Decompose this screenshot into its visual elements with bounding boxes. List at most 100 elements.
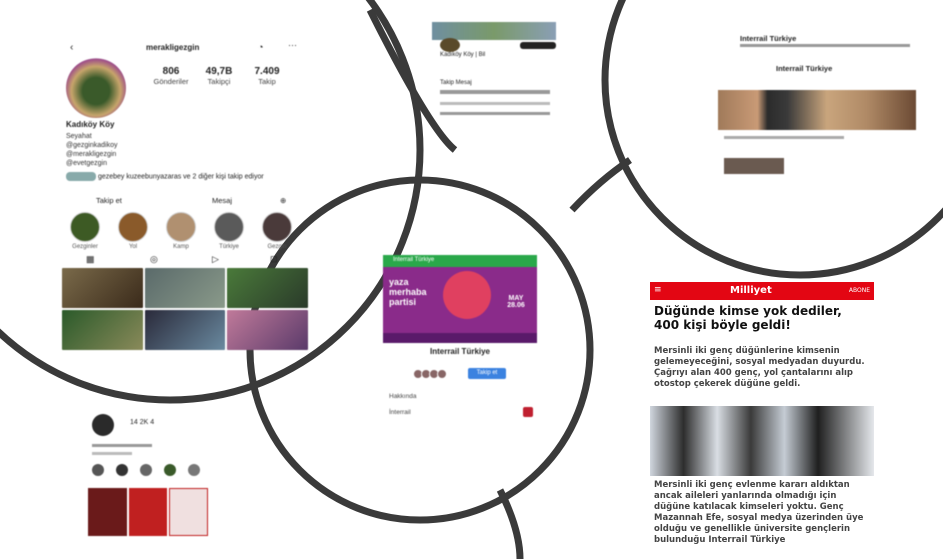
post-thumbnail[interactable] bbox=[128, 488, 168, 536]
highlight-item[interactable] bbox=[214, 212, 244, 242]
post-thumbnail[interactable] bbox=[62, 310, 143, 350]
poster-header: Interrail Türkiye bbox=[393, 257, 435, 263]
highlight-item[interactable] bbox=[70, 212, 100, 242]
ring-connector-bottom bbox=[496, 488, 524, 559]
article-lead: Mersinli iki genç düğünlerine kimsenin g… bbox=[654, 346, 865, 389]
about-row[interactable]: Hakkında bbox=[389, 393, 416, 400]
reels-icon[interactable]: ◎ bbox=[150, 254, 158, 265]
placeholder-line bbox=[92, 444, 152, 447]
post-thumbnail[interactable] bbox=[144, 310, 226, 350]
page-name: Interrail Türkiye bbox=[429, 347, 491, 356]
highlight-label: Türkiye bbox=[219, 244, 239, 250]
highlight-row bbox=[92, 464, 204, 476]
highlight-label: Kamp bbox=[173, 244, 189, 250]
bio-line[interactable]: @merakligezgin bbox=[66, 150, 216, 159]
small-instagram-card: 14 2K 4 bbox=[86, 404, 210, 540]
milliyet-logo[interactable]: Milliyet bbox=[730, 285, 772, 296]
poster-figure bbox=[443, 271, 491, 319]
highlight-item[interactable] bbox=[166, 212, 196, 242]
profile-avatar[interactable] bbox=[440, 38, 460, 52]
follow-button[interactable]: Takip et bbox=[96, 196, 122, 205]
profile-avatar[interactable] bbox=[92, 414, 114, 436]
link-row[interactable]: İnterrail bbox=[389, 409, 411, 416]
stat-following[interactable]: 7.409 Takip bbox=[242, 66, 292, 86]
stat-followers-label: Takipçi bbox=[207, 77, 231, 86]
add-user-icon[interactable]: ⊕ bbox=[280, 196, 286, 205]
post-thumbnail[interactable] bbox=[169, 488, 208, 536]
action-button[interactable] bbox=[520, 42, 556, 49]
profile-stats: 14 2K 4 bbox=[130, 419, 155, 426]
profile-username: merakligezgin bbox=[146, 43, 200, 52]
stat-posts-label: Gönderiler bbox=[153, 77, 189, 86]
menu-icon[interactable]: ≡ bbox=[654, 285, 662, 295]
post-thumbnail[interactable] bbox=[144, 268, 226, 308]
video-header: Interrail Türkiye bbox=[740, 34, 797, 43]
post-thumbnail[interactable] bbox=[227, 310, 308, 350]
bell-icon[interactable]: ◔ bbox=[258, 42, 263, 52]
profile-name: Kadıköy Köy | Bil bbox=[440, 52, 486, 58]
highlight-item[interactable] bbox=[116, 464, 128, 476]
followed-by-note[interactable]: gezebey kuzeebunyazaras ve 2 diğer kişi … bbox=[66, 172, 296, 181]
placeholder-line bbox=[440, 90, 550, 94]
stat-followers-num: 49,7B bbox=[205, 66, 233, 77]
followed-by-text: gezebey kuzeebunyazaras ve 2 diğer kişi … bbox=[97, 173, 264, 181]
highlight-label: Gezginler bbox=[72, 244, 98, 250]
profile-row: Takip Mesaj bbox=[440, 80, 472, 86]
placeholder-line bbox=[440, 102, 550, 105]
small-profile-card: Kadıköy Köy | Bil Takip Mesaj bbox=[428, 18, 560, 124]
follower-avatars bbox=[413, 369, 465, 379]
post-thumbnail[interactable] bbox=[227, 268, 308, 308]
video-frame[interactable] bbox=[718, 90, 916, 130]
post-grid bbox=[88, 488, 208, 536]
milliyet-article: ≡ Milliyet ABONE Düğünde kimse yok dedil… bbox=[648, 280, 874, 555]
highlight-item[interactable] bbox=[140, 464, 152, 476]
badge-icon bbox=[523, 407, 533, 417]
post-grid bbox=[62, 268, 308, 350]
highlight-item[interactable] bbox=[262, 212, 292, 242]
profile-avatar[interactable] bbox=[66, 58, 126, 118]
content-tabs: ▦ ◎ ▷ ⊡ bbox=[70, 254, 300, 266]
stat-followers[interactable]: 49,7B Takipçi bbox=[194, 66, 244, 86]
story-highlights: Gezginler Yol Kamp Türkiye Gezgin bbox=[68, 212, 308, 252]
bio-line: Seyahat bbox=[66, 133, 92, 140]
message-button[interactable]: Mesaj bbox=[212, 196, 232, 205]
event-poster[interactable]: Interrail Türkiye yaza merhaba partisi M… bbox=[383, 255, 537, 343]
follow-button[interactable]: Takip et bbox=[468, 368, 506, 379]
highlight-label: Yol bbox=[128, 244, 138, 250]
highlight-item[interactable] bbox=[188, 464, 200, 476]
video-icon[interactable]: ▷ bbox=[212, 254, 219, 265]
highlight-item[interactable] bbox=[164, 464, 176, 476]
placeholder-line bbox=[92, 452, 132, 455]
stat-following-num: 7.409 bbox=[254, 66, 280, 77]
stat-posts[interactable]: 806 Gönderiler bbox=[146, 66, 196, 86]
video-subtitle: Interrail Türkiye bbox=[776, 64, 833, 73]
article-headline: Düğünde kimse yok dediler, 400 kişi böyl… bbox=[654, 304, 842, 332]
poster-date: MAY 28.06 bbox=[507, 295, 525, 309]
post-thumbnail[interactable] bbox=[62, 268, 143, 308]
placeholder-line bbox=[440, 112, 550, 115]
interrail-page-card: Interrail Türkiye yaza merhaba partisi M… bbox=[383, 255, 539, 430]
ring-connector-right bbox=[569, 157, 632, 213]
video-thumbnail[interactable] bbox=[724, 158, 784, 174]
profile-bio: Seyahat @gezginkadikoy @merakligezgin @e… bbox=[66, 132, 216, 168]
bio-line[interactable]: @evetgezgin bbox=[66, 159, 216, 168]
article-photo[interactable] bbox=[650, 406, 874, 476]
highlight-item[interactable] bbox=[92, 464, 104, 476]
highlight-label: Gezgin bbox=[267, 244, 287, 250]
bio-line[interactable]: @gezginkadikoy bbox=[66, 141, 216, 150]
poster-footer bbox=[383, 333, 537, 343]
post-thumbnail[interactable] bbox=[88, 488, 127, 536]
tagged-icon[interactable]: ⊡ bbox=[270, 254, 278, 265]
instagram-profile-card: ‹ merakligezgin ◔ ··· 806 Gönderiler 49,… bbox=[60, 36, 310, 350]
profile-topbar: ‹ merakligezgin ◔ ··· bbox=[66, 40, 302, 56]
poster-title: yaza merhaba partisi bbox=[389, 277, 427, 307]
interrail-video-card: Interrail Türkiye Interrail Türkiye bbox=[716, 28, 916, 180]
highlight-item[interactable] bbox=[118, 212, 148, 242]
subscribe-link[interactable]: ABONE bbox=[849, 287, 870, 294]
stat-following-label: Takip bbox=[258, 77, 276, 86]
article-body: Mersinli iki genç evlenme kararı aldıkta… bbox=[654, 480, 864, 545]
placeholder-line bbox=[724, 136, 844, 139]
more-icon[interactable]: ··· bbox=[288, 40, 297, 50]
grid-icon[interactable]: ▦ bbox=[86, 254, 95, 265]
back-icon[interactable]: ‹ bbox=[70, 42, 73, 53]
